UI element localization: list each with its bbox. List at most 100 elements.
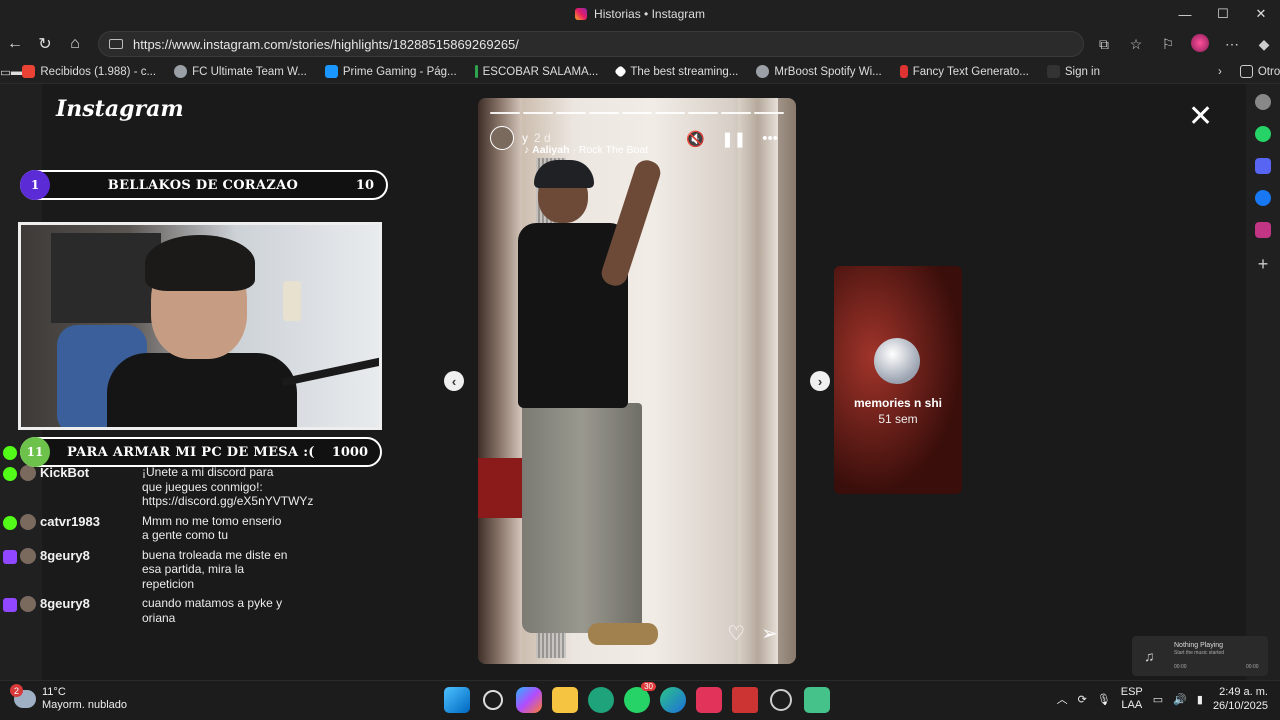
- home-button[interactable]: ⌂: [60, 29, 90, 59]
- battery-icon[interactable]: ▮: [1197, 693, 1203, 706]
- stream-goal-1: 1 BELLAKOS DE CORAZAO 10: [20, 170, 388, 200]
- more-options-icon[interactable]: •••: [762, 130, 778, 148]
- chat-text: ¡Únete a mi discord para que juegues con…: [142, 465, 314, 508]
- start-windows-icon[interactable]: [444, 687, 470, 713]
- tiktok-icon[interactable]: [696, 687, 722, 713]
- bookmark-fancy-text[interactable]: Fancy Text Generato...: [899, 65, 1029, 78]
- bookmark-prime-gaming[interactable]: Prime Gaming - Pág...: [324, 65, 457, 78]
- search-sidebar-icon[interactable]: [1255, 94, 1271, 110]
- chevron-right-icon[interactable]: ›: [1218, 66, 1222, 78]
- instagram-icon[interactable]: [1255, 222, 1271, 238]
- app-tf-icon[interactable]: [732, 687, 758, 713]
- site-info-icon[interactable]: [109, 39, 123, 49]
- tabs-icon[interactable]: ▭: [0, 65, 11, 79]
- add-sidebar-icon[interactable]: +: [1246, 254, 1280, 275]
- bookmarks-bar: ▭ ▬ Recibidos (1.988) - c... FC Ultimate…: [0, 60, 1280, 84]
- weather-widget[interactable]: 2 11°C Mayorm. nublado: [10, 684, 127, 712]
- back-button[interactable]: ←: [0, 29, 30, 59]
- windows-taskbar: 2 11°C Mayorm. nublado 30 ︿ ⟳ 🎙 ESP LAA ▭ …: [0, 680, 1280, 720]
- mute-icon[interactable]: 🔇: [686, 130, 705, 148]
- maximize-button[interactable]: ☐: [1204, 0, 1242, 28]
- sync-icon[interactable]: ⟳: [1078, 693, 1087, 706]
- clock[interactable]: 2:49 a. m. 26/10/2025: [1213, 685, 1268, 713]
- song-artist: Aaliyah: [532, 144, 570, 156]
- bookmark-fc-ultimate[interactable]: FC Ultimate Team W...: [174, 65, 307, 78]
- more-menu-icon[interactable]: ⋯: [1216, 36, 1248, 53]
- refresh-button[interactable]: ↻: [30, 29, 60, 59]
- like-heart-icon[interactable]: ♡: [727, 621, 745, 646]
- close-story-button[interactable]: ✕: [1188, 102, 1213, 132]
- extensions-icon[interactable]: ⧉: [1088, 36, 1120, 53]
- other-favorites[interactable]: Otros favoritos: [1239, 65, 1280, 78]
- previous-story-button[interactable]: ‹: [444, 371, 464, 391]
- app-green-icon[interactable]: [804, 687, 830, 713]
- network-icon[interactable]: ▭: [1153, 693, 1163, 706]
- bookmark-escobar[interactable]: ESCOBAR SALAMA...: [474, 65, 598, 78]
- close-window-button[interactable]: ✕: [1242, 0, 1280, 28]
- profile-avatar[interactable]: [1184, 33, 1216, 55]
- next-story-button[interactable]: ›: [810, 371, 830, 391]
- webcam-hoodie: [107, 353, 297, 427]
- chat-message: 8geury8 cuando matamos a pyke y oriana: [0, 596, 300, 625]
- whatsapp-badge: 30: [641, 682, 656, 691]
- story-photo-cap: [534, 160, 594, 188]
- instagram-logo[interactable]: Instagram: [56, 96, 184, 122]
- workspaces-icon[interactable]: ▬: [11, 66, 23, 78]
- now-playing-widget[interactable]: ♫ Nothing Playing Start the music starte…: [1132, 636, 1268, 676]
- story-progress-segment: [688, 112, 718, 114]
- share-send-icon[interactable]: ➢: [761, 621, 778, 646]
- pause-icon[interactable]: ❚❚: [721, 130, 746, 148]
- microphone-icon[interactable]: 🎙: [1097, 693, 1111, 706]
- story-progress-segment: [754, 112, 784, 114]
- bookmark-sign-in[interactable]: Sign in: [1046, 65, 1100, 78]
- chat-username: catvr1983: [40, 513, 100, 529]
- system-tray: ︿ ⟳ 🎙 ESP LAA ▭ 🔊 ▮ 2:49 a. m. 26/10/2025: [1057, 685, 1268, 713]
- kick-badge-icon: [3, 515, 17, 530]
- story-progress-bar: [490, 112, 784, 114]
- story-progress-segment: [556, 112, 586, 114]
- now-playing-title: Nothing Playing: [1174, 642, 1224, 649]
- now-playing-subtitle: Start the music started: [1174, 650, 1225, 656]
- facebook-icon[interactable]: [1255, 190, 1271, 206]
- bookmark-streaming[interactable]: The best streaming...: [614, 65, 738, 78]
- volume-icon[interactable]: 🔊: [1173, 693, 1187, 706]
- minimize-button[interactable]: —: [1166, 0, 1204, 28]
- chat-message: 8geury8 buena troleada me diste en esa pa…: [0, 547, 300, 592]
- copilot-icon[interactable]: ◆: [1248, 36, 1280, 53]
- chat-avatar: [20, 465, 36, 481]
- app-c-icon[interactable]: [588, 687, 614, 713]
- song-separator: ·: [569, 144, 579, 156]
- whatsapp-taskbar-icon[interactable]: 30: [624, 682, 656, 713]
- copilot-taskbar-icon[interactable]: [516, 687, 542, 713]
- whatsapp-icon[interactable]: [1255, 126, 1271, 142]
- file-explorer-icon[interactable]: [552, 687, 578, 713]
- goal-1-label: BELLAKOS DE CORAZAO: [107, 177, 299, 193]
- discord-icon[interactable]: [1255, 158, 1271, 174]
- edge-taskbar-icon[interactable]: [660, 687, 686, 713]
- next-highlight-card[interactable]: memories n shi 51 sem: [834, 266, 962, 494]
- music-note-icon: ♪: [524, 144, 533, 156]
- story-photo-shoes: [588, 623, 658, 645]
- goal-2-number: 11: [20, 437, 50, 467]
- music-note-icon: ♫: [1144, 648, 1155, 664]
- story-media[interactable]: y 2 d ♪ Aaliyah · Rock The Boat 🔇 ❚❚ •••…: [478, 98, 796, 664]
- favorites-star-icon[interactable]: ☆: [1120, 36, 1152, 53]
- collections-icon[interactable]: ⚐: [1152, 36, 1184, 53]
- story-song[interactable]: ♪ Aaliyah · Rock The Boat: [524, 144, 648, 156]
- story-progress-segment: [655, 112, 685, 114]
- now-playing-elapsed: 00:00: [1174, 664, 1187, 670]
- bookmark-mrboost[interactable]: MrBoost Spotify Wi...: [756, 65, 882, 78]
- language-indicator[interactable]: ESP LAA: [1121, 686, 1143, 712]
- webcam-hair: [145, 235, 255, 291]
- url-input[interactable]: https://www.instagram.com/stories/highli…: [98, 31, 1084, 57]
- next-highlight-age: 51 sem: [878, 412, 918, 426]
- search-icon[interactable]: [483, 690, 503, 710]
- story-progress-segment: [622, 112, 652, 114]
- story-username[interactable]: y: [522, 131, 528, 145]
- story-avatar[interactable]: [490, 126, 514, 150]
- goal-2-target: 1000: [331, 444, 368, 460]
- instagram-favicon-icon: [575, 8, 588, 20]
- chevron-up-icon[interactable]: ︿: [1057, 691, 1068, 707]
- app-clock-icon[interactable]: [770, 689, 792, 711]
- bookmark-gmail[interactable]: Recibidos (1.988) - c...: [22, 65, 156, 78]
